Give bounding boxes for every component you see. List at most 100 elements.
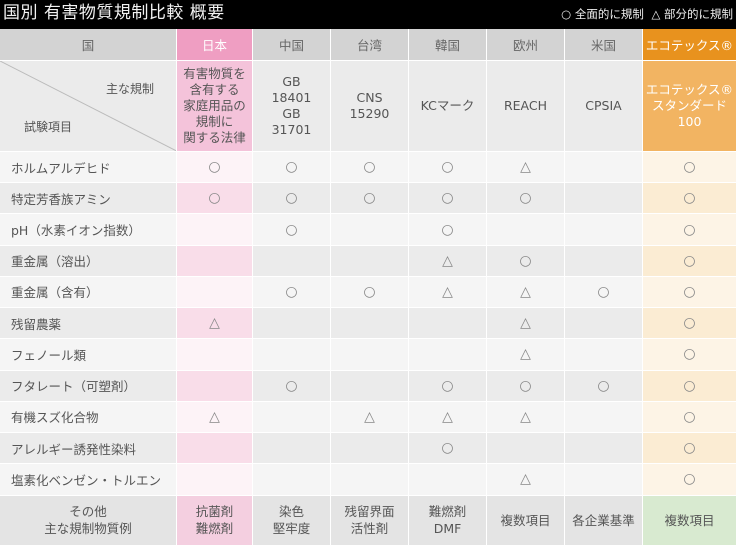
regulation-mark-cell: ○ <box>564 369 642 401</box>
rules-label: 主な規制 <box>105 82 154 97</box>
country-header-cell: 台湾 <box>330 29 408 61</box>
regulation-mark-cell: △ <box>486 275 564 308</box>
regulation-mark-cell <box>564 150 642 183</box>
regulation-mark-cell: ○ <box>330 275 408 308</box>
regulation-mark-cell: ○ <box>564 275 642 308</box>
diagonal-line <box>0 61 176 151</box>
legend-full-regulation: ○ 全面的に規制 <box>561 7 644 21</box>
regulation-mark-cell: ○ <box>642 213 736 245</box>
test-item-label: アレルギー誘発性染料 <box>0 432 176 464</box>
table-row: フェノール類 △ ○ <box>0 338 736 370</box>
regulation-row: 主な規制 試験項目 有害物質を 含有する 家庭用品の 規制に 関する法律 GB … <box>0 60 736 151</box>
regulation-mark-cell <box>252 463 330 495</box>
regulation-mark-cell: ○ <box>642 307 736 339</box>
regulation-mark-cell: △ <box>486 307 564 339</box>
regulation-mark-cell: ○ <box>642 369 736 401</box>
regulation-mark-cell: ○ <box>642 338 736 370</box>
regulation-mark-cell <box>252 338 330 370</box>
regulation-cell: KCマーク <box>408 60 486 151</box>
regulation-mark-cell: △ <box>176 400 252 433</box>
regulation-mark-cell: △ <box>408 275 486 308</box>
country-header-cell: 中国 <box>252 29 330 61</box>
test-item-label: 有機スズ化合物 <box>0 400 176 433</box>
regulation-cell: REACH <box>486 60 564 151</box>
regulation-mark-cell <box>564 307 642 339</box>
regulation-mark-cell: ○ <box>252 150 330 183</box>
regulation-mark-cell: ○ <box>642 150 736 183</box>
regulation-mark-cell: △ <box>408 244 486 276</box>
other-substances-cell: 複数項目 <box>486 494 564 545</box>
regulation-mark-cell: ○ <box>486 182 564 214</box>
diagonal-header-cell: 主な規制 試験項目 <box>0 60 176 151</box>
other-substances-cell: 染色 堅牢度 <box>252 494 330 545</box>
regulation-cell: 有害物質を 含有する 家庭用品の 規制に 関する法律 <box>176 60 252 151</box>
country-header-cell: 日本 <box>176 29 252 61</box>
regulation-mark-cell: ○ <box>252 213 330 245</box>
regulation-mark-cell <box>408 463 486 495</box>
test-item-label: 残留農薬 <box>0 307 176 339</box>
regulation-mark-cell <box>330 432 408 464</box>
comparison-table: 国 日本 中国 台湾 韓国 欧州 米国 エコテックス® 主な規制 試験項目 有害… <box>0 29 736 545</box>
test-item-label: 塩素化ベンゼン・トルエン <box>0 463 176 495</box>
regulation-mark-cell <box>564 244 642 276</box>
test-item-label: 重金属（含有） <box>0 275 176 308</box>
other-substances-cell: 抗菌剤 難燃剤 <box>176 494 252 545</box>
test-item-label: 重金属（溶出） <box>0 244 176 276</box>
test-items-label: 試験項目 <box>24 119 73 134</box>
country-header-row: 国 日本 中国 台湾 韓国 欧州 米国 エコテックス® <box>0 29 736 61</box>
other-substances-cell: 各企業基準 <box>564 494 642 545</box>
regulation-mark-cell <box>252 307 330 339</box>
regulation-mark-cell <box>252 244 330 276</box>
page-title: 国別 有害物質規制比較 概要 <box>3 3 225 23</box>
regulation-cell: GB 18401 GB 31701 <box>252 60 330 151</box>
other-substances-label: その他 主な規制物質例 <box>0 494 176 545</box>
country-header-cell: 米国 <box>564 29 642 61</box>
regulation-mark-cell <box>330 463 408 495</box>
regulation-mark-cell <box>564 432 642 464</box>
country-header-cell: 韓国 <box>408 29 486 61</box>
regulation-mark-cell <box>330 369 408 401</box>
regulation-mark-cell <box>408 338 486 370</box>
regulation-mark-cell <box>252 432 330 464</box>
regulation-mark-cell: ○ <box>642 275 736 308</box>
regulation-mark-cell <box>564 338 642 370</box>
regulation-mark-cell <box>176 275 252 308</box>
regulation-mark-cell <box>408 307 486 339</box>
regulation-mark-cell <box>330 338 408 370</box>
test-item-label: pH（水素イオン指数） <box>0 213 176 245</box>
regulation-mark-cell: ○ <box>252 182 330 214</box>
regulation-mark-cell: ○ <box>408 213 486 245</box>
regulation-mark-cell: ○ <box>642 463 736 495</box>
test-item-label: ホルムアルデヒド <box>0 150 176 183</box>
regulation-mark-cell: ○ <box>642 182 736 214</box>
regulation-mark-cell: ○ <box>330 150 408 183</box>
regulation-cell: エコテックス® スタンダード 100 <box>642 60 736 151</box>
table-row: アレルギー誘発性染料 ○ ○ <box>0 432 736 464</box>
test-item-label: 特定芳香族アミン <box>0 182 176 214</box>
regulation-mark-cell <box>564 182 642 214</box>
table-row: ホルムアルデヒド ○ ○ ○ ○ △ ○ <box>0 150 736 183</box>
table-row: 重金属（含有） ○ ○ △ △ ○ ○ <box>0 275 736 308</box>
regulation-mark-cell: ○ <box>330 182 408 214</box>
regulation-mark-cell: ○ <box>642 244 736 276</box>
regulation-mark-cell: ○ <box>252 369 330 401</box>
regulation-mark-cell <box>176 432 252 464</box>
table-row: 特定芳香族アミン ○ ○ ○ ○ ○ ○ <box>0 182 736 214</box>
regulation-mark-cell <box>176 213 252 245</box>
regulation-mark-cell <box>330 244 408 276</box>
table-row: 重金属（溶出） △ ○ ○ <box>0 244 736 276</box>
table-row: 残留農薬 △ △ ○ <box>0 307 736 339</box>
regulation-cell: CNS 15290 <box>330 60 408 151</box>
regulation-mark-cell <box>564 400 642 433</box>
regulation-mark-cell: ○ <box>408 432 486 464</box>
test-item-label: フェノール類 <box>0 338 176 370</box>
regulation-mark-cell <box>486 213 564 245</box>
legend: ○ 全面的に規制 △ 部分的に規制 <box>557 0 733 29</box>
other-substances-cell: 難燃剤 DMF <box>408 494 486 545</box>
other-substances-cell: 複数項目 <box>642 494 736 545</box>
regulation-mark-cell <box>330 213 408 245</box>
table-row: 有機スズ化合物 △ △ △ △ ○ <box>0 400 736 433</box>
test-item-label: フタレート（可塑剤） <box>0 369 176 401</box>
regulation-mark-cell: △ <box>176 307 252 339</box>
regulation-mark-cell <box>564 213 642 245</box>
